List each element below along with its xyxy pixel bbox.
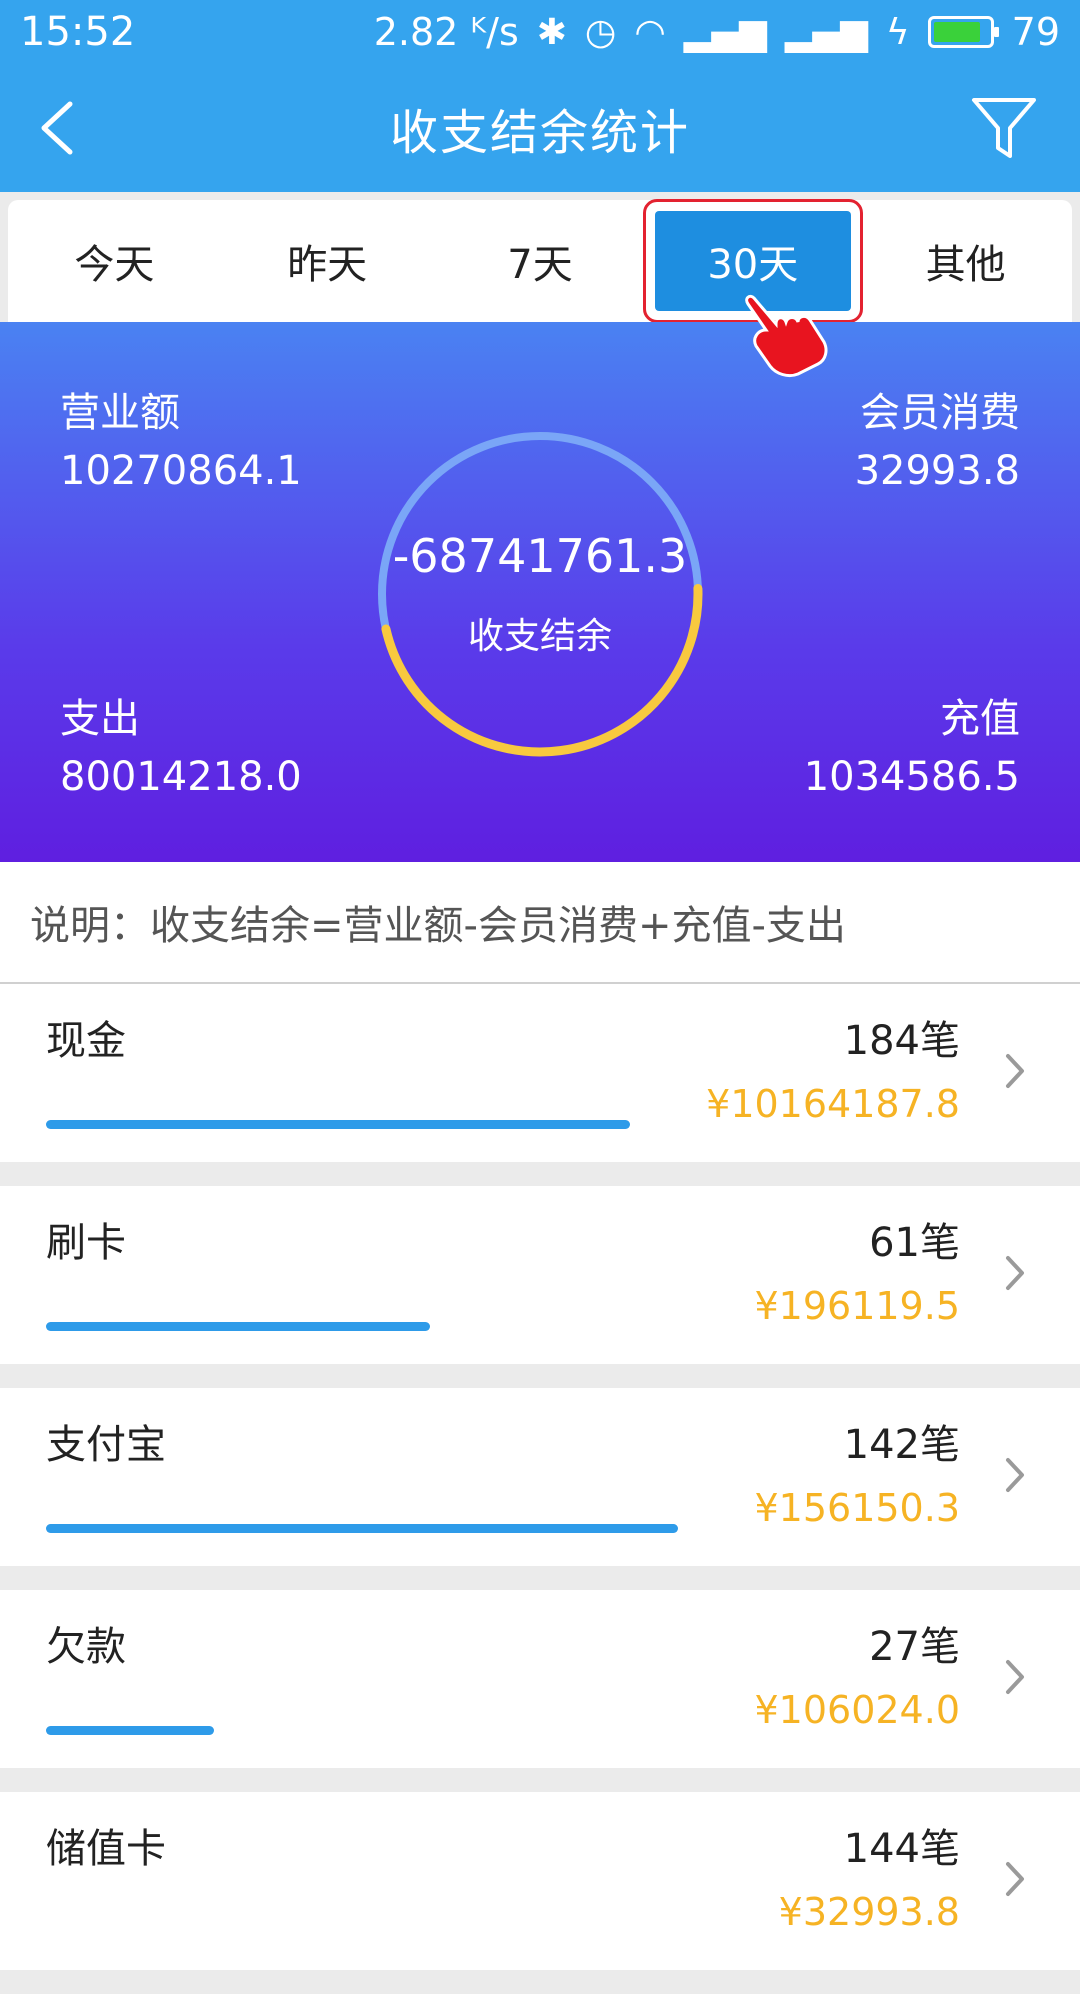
status-time: 15:52 [20,9,136,55]
member-consumption-value: 32993.8 [854,448,1020,494]
bluetooth-icon: ✱ [536,11,567,53]
tab-today[interactable]: 今天 [16,211,212,311]
row-amount: ¥10164187.8 [706,1082,960,1126]
wifi-icon: ◠ [634,11,666,53]
page-title: 收支结余统计 [389,105,690,161]
row-amount: ¥32993.8 [778,1890,960,1934]
chevron-right-icon [1006,1862,1024,1896]
expense-block: 支出 80014218.0 [60,690,302,806]
revenue-block: 营业额 10270864.1 [60,384,302,500]
member-consumption-block: 会员消费 32993.8 [855,384,1020,500]
chevron-right-icon [1006,1660,1024,1694]
row-count: 142笔 [843,1422,960,1468]
list-item-credit[interactable]: 欠款 27笔 ¥106024.0 [0,1590,1080,1768]
filter-icon[interactable] [968,92,1040,164]
row-name: 支付宝 [46,1422,166,1468]
row-amount: ¥106024.0 [754,1688,961,1732]
row-count: 61笔 [869,1220,960,1266]
tab-7-days[interactable]: 7天 [442,211,638,311]
row-name: 现金 [46,1018,126,1064]
status-bar: 15:52 2.82 ᴷ/s ✱ ◷ ◠ ▂▄▆ ▂▄▆ ϟ 79 [0,0,1080,64]
list-item-cash[interactable]: 现金 184笔 ¥10164187.8 [0,984,1080,1162]
battery-level: 79 [1011,10,1060,54]
balance-display: -68741761.3 收支结余 [372,426,708,762]
charging-icon: ϟ [885,11,910,53]
row-count: 144笔 [843,1826,960,1872]
revenue-value: 10270864.1 [60,448,302,494]
row-amount: ¥156150.3 [754,1486,961,1530]
status-icons: 2.82 ᴷ/s ✱ ◷ ◠ ▂▄▆ ▂▄▆ ϟ 79 [374,10,1060,54]
row-progress-bar [46,1726,214,1735]
row-name: 刷卡 [46,1220,126,1266]
row-progress-bar [46,1322,430,1331]
chevron-right-icon [1006,1256,1024,1290]
tap-hand-icon [745,294,828,378]
row-amount: ¥196119.5 [754,1284,961,1328]
payment-method-list: 现金 184笔 ¥10164187.8 刷卡 61笔 ¥196119.5 支付宝… [0,984,1080,1994]
signal-4g-icon: ▂▄▆ [784,11,868,53]
revenue-label: 营业额 [60,390,180,436]
row-progress-bar [46,1120,630,1129]
recharge-value: 1034586.5 [803,754,1020,800]
back-icon[interactable] [30,96,90,160]
member-consumption-label: 会员消费 [860,390,1020,436]
recharge-label: 充值 [940,696,1020,742]
row-name: 储值卡 [46,1826,166,1872]
date-range-tabs: 今天 昨天 7天 30天 其他 [8,199,1072,323]
signal-icon: ▂▄▆ [683,11,767,53]
balance-label: 收支结余 [467,616,612,657]
balance-value: -68741761.3 [392,529,688,583]
alarm-icon: ◷ [584,11,617,53]
row-name: 欠款 [46,1624,126,1670]
row-count: 27笔 [869,1624,960,1670]
row-count: 184笔 [843,1018,960,1064]
tab-other[interactable]: 其他 [868,211,1064,311]
formula-note: 说明：收支结余=营业额-会员消费+充值-支出 [0,862,1080,984]
recharge-block: 充值 1034586.5 [804,690,1020,806]
tab-yesterday[interactable]: 昨天 [229,211,425,311]
summary-panel: 营业额 10270864.1 会员消费 32993.8 支出 80014218.… [0,322,1080,862]
network-speed: 2.82 ᴷ/s [373,10,519,54]
chevron-right-icon [1006,1458,1024,1492]
battery-icon [927,16,999,48]
expense-value: 80014218.0 [60,754,302,800]
app-bar: 收支结余统计 [0,64,1080,192]
chevron-right-icon [1006,1054,1024,1088]
list-item-stored-value-card[interactable]: 储值卡 144笔 ¥32993.8 [0,1792,1080,1970]
expense-label: 支出 [60,696,140,742]
list-item-alipay[interactable]: 支付宝 142笔 ¥156150.3 [0,1388,1080,1566]
row-progress-bar [46,1524,678,1533]
list-item-card[interactable]: 刷卡 61笔 ¥196119.5 [0,1186,1080,1364]
